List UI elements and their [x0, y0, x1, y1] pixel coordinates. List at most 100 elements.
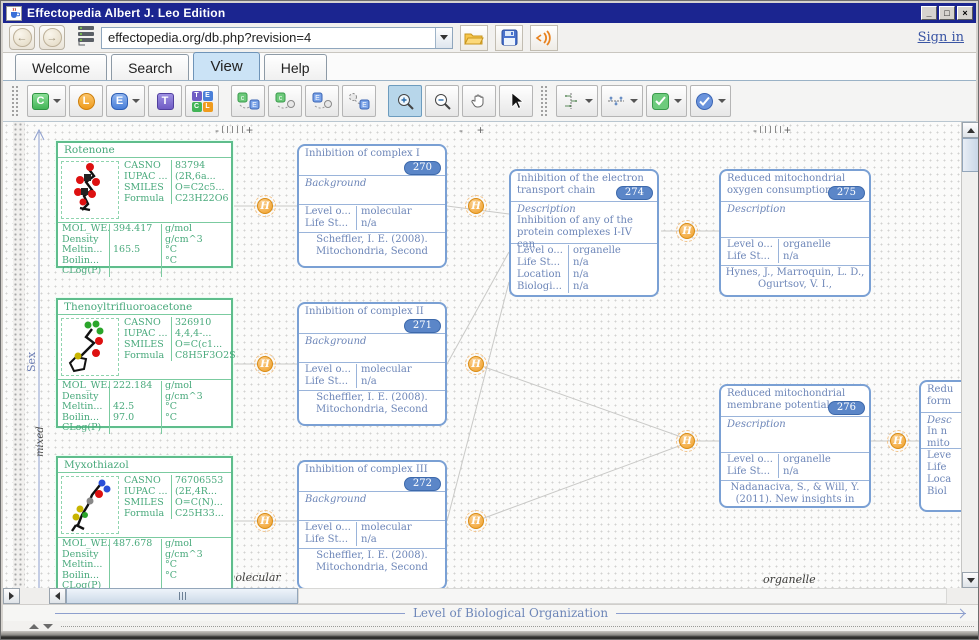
pan-button[interactable] [462, 85, 496, 117]
link-from-effect-button[interactable]: E [305, 85, 339, 117]
column-zoom-slider[interactable]: - + [215, 123, 253, 136]
link-node[interactable]: H [254, 510, 276, 532]
add-chemical-button[interactable]: C [27, 85, 66, 117]
cursor-arrow-icon [511, 92, 524, 109]
event-box-271[interactable]: Inhibition of complex II 271 Background L… [297, 302, 447, 426]
zoom-in-icon [397, 93, 414, 110]
url-input[interactable] [102, 30, 435, 45]
link-from-chemical-button[interactable]: c [268, 85, 302, 117]
column-zoom-slider[interactable]: - + [753, 123, 791, 136]
scroll-track[interactable] [298, 588, 947, 604]
effect-options-button[interactable] [690, 85, 731, 117]
link-node[interactable]: H [465, 353, 487, 375]
window-title: Effectopedia Albert J. Leo Edition [27, 6, 226, 20]
add-test-button[interactable]: T [148, 85, 182, 117]
vertical-layout-button[interactable] [556, 85, 598, 117]
pathway-canvas[interactable]: - + - + - + Sex mixed molecular organell… [3, 122, 978, 588]
zoom-plus[interactable]: + [477, 124, 484, 136]
event-box-274[interactable]: Inhibition of the electron transport cha… [509, 169, 659, 297]
column-zoom-slider[interactable]: - + [459, 123, 484, 136]
molecule-structure-image [61, 318, 119, 376]
zoom-plus[interactable]: + [246, 124, 253, 136]
molecule-structure-image [61, 476, 119, 534]
zoom-in-button[interactable] [388, 85, 422, 117]
splitter-dotted-line [61, 625, 974, 627]
event-id-badge: 272 [403, 477, 441, 491]
event-box-270[interactable]: Inhibition of complex I 270 Background Le… [297, 144, 447, 268]
link-node[interactable]: H [676, 430, 698, 452]
scroll-down-button[interactable] [962, 572, 978, 588]
vertical-layout-icon [565, 93, 577, 109]
canvas-left-drag-strip[interactable] [13, 122, 25, 588]
url-dropdown-button[interactable] [435, 27, 452, 48]
link-chemical-effect-icon: cE [237, 92, 260, 110]
chevron-down-icon [132, 99, 140, 103]
link-node[interactable]: H [254, 353, 276, 375]
add-link-button[interactable]: L [69, 85, 103, 117]
horizontal-layout-button[interactable] [601, 85, 643, 117]
event-box-272[interactable]: Inhibition of complex III 272 Background … [297, 460, 447, 588]
link-node[interactable]: H [676, 220, 698, 242]
chemical-card-myxothiazol[interactable]: Myxothiazol CASNO 76706553 IUPAC ... (2E,4… [56, 456, 233, 588]
add-effect-button[interactable]: E [106, 85, 145, 117]
toolbar-drag-handle[interactable] [540, 85, 549, 117]
scroll-left-button[interactable] [49, 588, 66, 604]
vertical-scroll-thumb[interactable] [962, 138, 978, 172]
expand-up-icon[interactable] [29, 623, 39, 629]
tab-view[interactable]: View [193, 52, 260, 80]
scroll-up-button[interactable] [962, 122, 978, 138]
audio-button[interactable] [530, 24, 558, 51]
tab-welcome[interactable]: Welcome [15, 54, 108, 80]
svg-text:E: E [362, 102, 367, 109]
arrow-right-icon [9, 592, 14, 600]
zoom-plus[interactable]: + [784, 124, 791, 136]
all-types-grid-icon: TE CL [191, 90, 213, 112]
forward-button[interactable]: → [39, 25, 65, 50]
sign-in-link[interactable]: Sign in [918, 30, 964, 45]
horizontal-scroll-thumb[interactable] [66, 588, 298, 604]
link-chemical-to-effect-button[interactable]: cE [231, 85, 265, 117]
main-tab-bar: Welcome Search View Help [3, 52, 976, 81]
tab-help[interactable]: Help [263, 54, 327, 80]
vertical-scrollbar[interactable] [961, 122, 978, 588]
link-node[interactable]: H [254, 195, 276, 217]
link-to-effect-icon: E [349, 93, 370, 110]
maximize-button[interactable]: □ [939, 6, 955, 20]
x-axis-tick-organelle: organelle [763, 573, 816, 586]
event-id-badge: 275 [827, 186, 865, 200]
svg-text:E: E [252, 102, 257, 109]
zoom-minus[interactable]: - [459, 124, 463, 136]
link-node[interactable]: H [465, 195, 487, 217]
chemical-card-rotenone[interactable]: Rotenone CASNO 83794 IUPAC ... (2R,6a... S… [56, 141, 233, 277]
link-icon: L [77, 92, 95, 110]
zoom-minus[interactable]: - [215, 124, 219, 136]
x-axis-label: Level of Biological Organization [412, 606, 609, 620]
folder-icon [464, 33, 484, 44]
toolbar-drag-handle[interactable] [11, 85, 20, 117]
minimize-button[interactable]: _ [921, 6, 937, 20]
open-folder-button[interactable] [460, 24, 488, 51]
select-button[interactable] [499, 85, 533, 117]
zoom-minus[interactable]: - [753, 124, 757, 136]
tab-search[interactable]: Search [111, 54, 190, 80]
back-button[interactable]: ← [9, 25, 35, 50]
add-all-types-button[interactable]: TE CL [185, 85, 219, 117]
horizontal-scrollbar[interactable] [3, 588, 978, 605]
chemical-card-thenoyltrifluoroacetone[interactable]: Thenoyltrifluoroacetone CASNO 326910 IUPA… [56, 298, 236, 434]
svg-text:E: E [315, 95, 320, 102]
link-node[interactable]: H [887, 430, 909, 452]
collapse-down-icon[interactable] [43, 623, 53, 629]
y-axis-label: Sex [25, 351, 38, 372]
zoom-out-button[interactable] [425, 85, 459, 117]
close-button[interactable]: × [957, 6, 973, 20]
chemical-options-button[interactable] [646, 85, 687, 117]
link-to-effect-button[interactable]: E [342, 85, 376, 117]
event-box-276[interactable]: Reduced mitochondrial membrane potential… [719, 384, 871, 508]
scroll-right-button[interactable] [3, 588, 20, 604]
x-axis-row: Level of Biological Organization [3, 605, 978, 621]
link-node[interactable]: H [465, 510, 487, 532]
save-button[interactable] [495, 24, 523, 51]
event-box-275[interactable]: Reduced mitochondrial oxygen consumption… [719, 169, 871, 297]
bottom-splitter[interactable] [3, 621, 978, 631]
x-axis-tick-molecular: molecular [225, 571, 281, 584]
